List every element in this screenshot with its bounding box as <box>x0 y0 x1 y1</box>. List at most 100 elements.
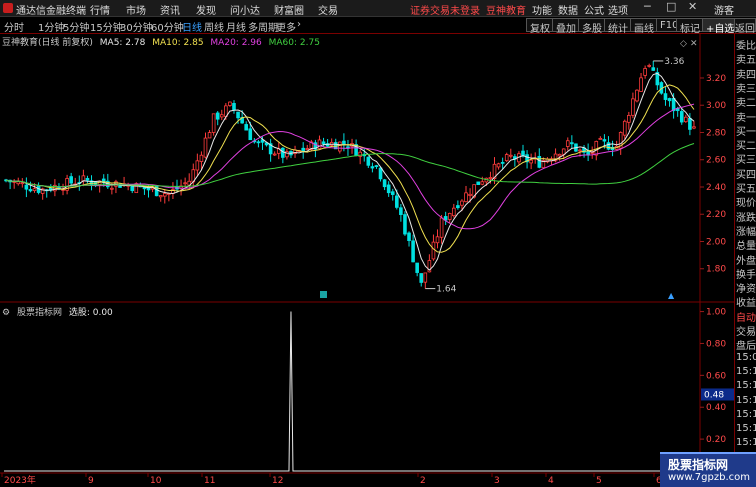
indicator-value: 选股: 0.00 <box>68 308 113 318</box>
tab-1min[interactable]: 1分钟 <box>38 19 64 34</box>
candle-body <box>631 98 635 116</box>
candle-body <box>183 182 187 185</box>
candle-body <box>366 156 371 166</box>
menu-item-discover[interactable]: 发现 <box>196 2 216 17</box>
x-tick-label: 9 <box>88 476 94 486</box>
tab-weekly[interactable]: 周线 <box>204 19 224 34</box>
candle-body <box>557 153 562 157</box>
candle-body <box>203 137 208 158</box>
menu-data[interactable]: 数据 <box>558 2 578 17</box>
price-tick-label: 2.00 <box>706 237 726 247</box>
candle-body <box>69 176 73 184</box>
menu-item-news[interactable]: 资讯 <box>160 2 180 17</box>
close-icon[interactable]: ✕ <box>688 0 697 13</box>
candle-body <box>451 207 456 217</box>
candle-body <box>378 167 383 180</box>
mark-button[interactable]: 标记 <box>676 18 704 35</box>
candle-body <box>382 179 387 188</box>
candle-body <box>447 213 452 220</box>
stock-name-link[interactable]: 豆神教育 <box>486 2 526 17</box>
candle-body <box>667 98 672 102</box>
price-tick-label: 2.60 <box>706 156 726 166</box>
candle-body <box>423 272 428 283</box>
menu-function[interactable]: 功能 <box>532 2 552 17</box>
quote-row: 换手 <box>736 269 756 281</box>
tab-more[interactable]: 更多 <box>276 19 296 34</box>
candle-body <box>346 146 350 149</box>
candle-body <box>215 112 220 120</box>
candle-body <box>419 273 424 283</box>
tab-30min[interactable]: 30分钟 <box>120 19 153 34</box>
menu-item-ask[interactable]: 问小达 <box>230 2 260 17</box>
kline-chart[interactable]: 3.20 3.00 2.80 2.60 2.40 2.20 2.00 1.80 1.00 0.80… <box>0 34 734 487</box>
indicator-tick-label: 0.80 <box>706 339 726 349</box>
chart-expand-icon: ◇ <box>680 39 687 49</box>
candle-body <box>431 241 436 260</box>
candle-body <box>488 177 493 179</box>
candle-body <box>692 126 696 129</box>
price-tick-label: 2.40 <box>706 183 726 193</box>
candle-body <box>281 147 285 158</box>
quote-row: 15:17 <box>736 365 756 377</box>
add-watchlist-button[interactable]: +自选 <box>702 18 739 35</box>
more-chevron-icon[interactable]: › <box>297 19 301 30</box>
candle-body <box>529 159 533 164</box>
trade-login-link[interactable]: 证券交易未登录 <box>410 2 480 17</box>
minimize-icon[interactable]: ─ <box>644 0 651 13</box>
menu-item-market[interactable]: 市场 <box>126 2 146 17</box>
quote-panel: 委比 卖五 卖四 卖三 卖二 卖一 买一 买二 买三 买四 买五 现价 涨跌 涨幅 总量 外盘 换手 净资 收益 自动… <box>734 34 756 487</box>
indicator-tick-label: 0.20 <box>706 435 726 445</box>
menu-options[interactable]: 选项 <box>608 2 628 17</box>
statistics-button[interactable]: 统计 <box>604 18 632 35</box>
tab-multi-period[interactable]: 多周期 <box>248 19 278 34</box>
menu-bar: 通达信金融终端 行情 市场 资讯 发现 问小达 财富圈 交易 证券交易未登录 豆… <box>0 0 756 17</box>
candle-body <box>663 93 668 100</box>
quote-row: 总量 <box>736 241 756 253</box>
candle-body <box>256 141 261 144</box>
ma-legend: 豆神教育(日线 前复权) MA5: 2.78 MA10: 2.85 MA20: … <box>2 35 324 48</box>
tab-daily[interactable]: 日线 <box>182 19 202 34</box>
candle-body <box>606 142 611 150</box>
candle-body <box>403 214 407 235</box>
tab-intraday[interactable]: 分时 <box>4 19 24 34</box>
menu-item-quotes[interactable]: 行情 <box>90 2 110 17</box>
menu-item-wealth[interactable]: 财富圈 <box>274 2 304 17</box>
draw-line-button[interactable]: 画线 <box>630 18 658 35</box>
overlay-button[interactable]: 叠加 <box>552 18 580 35</box>
candle-body <box>578 149 582 152</box>
quote-row: 自动 <box>736 312 756 324</box>
menu-item-trade[interactable]: 交易 <box>318 2 338 17</box>
tab-monthly[interactable]: 月线 <box>226 19 246 34</box>
quote-row: 卖四 <box>736 69 756 81</box>
ma5-legend: MA5: 2.78 <box>99 38 146 48</box>
candle-body <box>643 68 647 76</box>
candle-body <box>85 178 90 181</box>
guest-label[interactable]: 游客 <box>714 2 734 17</box>
back-button[interactable]: 返回 <box>734 18 756 35</box>
ma5-line <box>5 72 695 271</box>
multi-stock-button[interactable]: 多股 <box>578 18 606 35</box>
tab-15min[interactable]: 15分钟 <box>90 19 123 34</box>
adjust-button[interactable]: 复权 <box>526 18 554 35</box>
quote-row: 买四 <box>736 169 756 181</box>
indicator-spike-line <box>4 311 700 472</box>
x-tick-label: 3 <box>494 476 500 486</box>
quote-row: 涨幅 <box>736 226 756 238</box>
chart-close-icon: ✕ <box>690 39 698 49</box>
indicator-settings-icon[interactable]: ⚙ <box>2 308 10 318</box>
maximize-icon[interactable]: □ <box>666 0 676 13</box>
x-tick-label: 12 <box>272 476 283 486</box>
tab-5min[interactable]: 5分钟 <box>63 19 89 34</box>
candle-body <box>647 65 651 67</box>
candle-body <box>16 181 21 185</box>
chart-area[interactable]: 3.20 3.00 2.80 2.60 2.40 2.20 2.00 1.80 1.00 0.80… <box>0 34 756 487</box>
candle-body <box>390 191 395 195</box>
candle-body <box>464 192 468 203</box>
tab-60min[interactable]: 60分钟 <box>151 19 184 34</box>
indicator-title[interactable]: 股票指标网 <box>17 308 62 318</box>
quote-row: 卖一 <box>736 112 756 124</box>
candle-body <box>338 141 342 152</box>
candle-body <box>110 187 114 190</box>
quote-row: 委比 <box>736 41 756 52</box>
menu-formula[interactable]: 公式 <box>584 2 604 17</box>
